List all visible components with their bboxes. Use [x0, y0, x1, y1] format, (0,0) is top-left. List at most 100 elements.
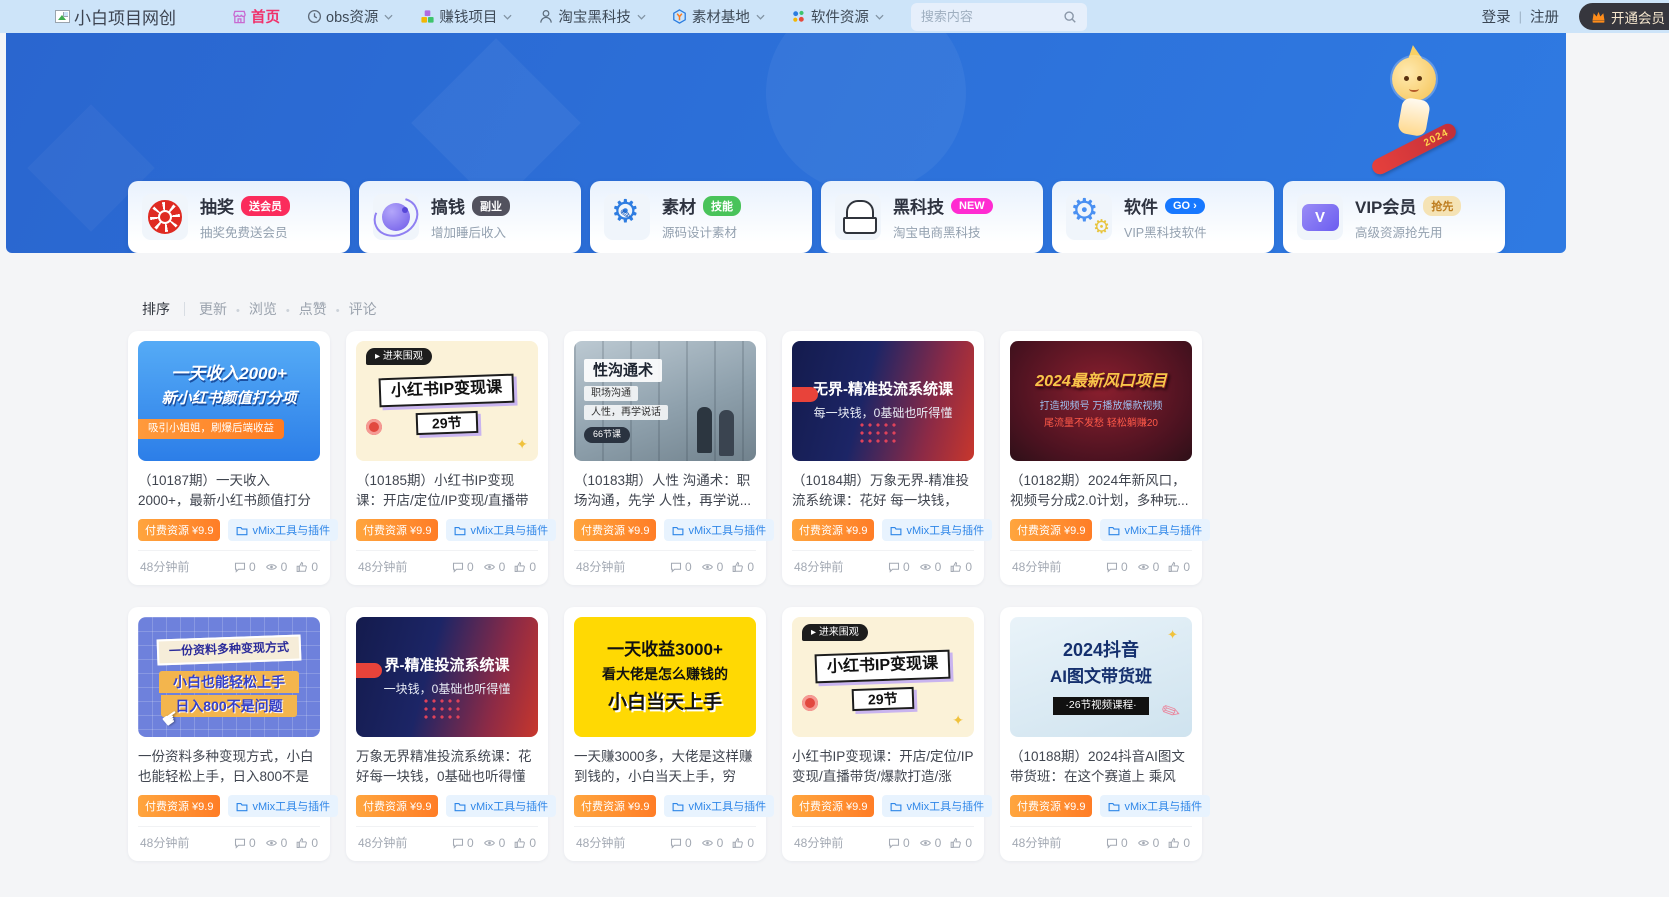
- category-tag[interactable]: vMix工具与插件: [1100, 795, 1210, 817]
- price-badge[interactable]: 付费资源 ¥9.9: [356, 795, 438, 817]
- category-tag[interactable]: vMix工具与插件: [446, 795, 556, 817]
- card-title[interactable]: （10188期）2024抖音AI图文带货班：在这个赛道上 乘风破...: [1010, 747, 1192, 787]
- nav-icon: [231, 9, 247, 25]
- sort-divider: [184, 302, 185, 316]
- price-badge[interactable]: 付费资源 ¥9.9: [792, 795, 874, 817]
- category-tag[interactable]: vMix工具与插件: [664, 519, 774, 541]
- price-badge[interactable]: 付费资源 ¥9.9: [1010, 519, 1092, 541]
- like-count: 0: [732, 560, 754, 574]
- category-tag[interactable]: vMix工具与插件: [228, 519, 338, 541]
- thumbnail-text: 小红书IP变现课: [815, 650, 951, 683]
- category-card-gears[interactable]: 软件 GO › VIP黑科技软件: [1052, 181, 1274, 253]
- resource-card[interactable]: 2024最新风口项目打造视频号 万播放爆款视频尾流量不发愁 轻松躺赚20 （10…: [1000, 331, 1202, 585]
- card-title[interactable]: 万象无界精准投流系统课：花好每一块钱，0基础也听得懂（...: [356, 747, 538, 787]
- nav-item-obs[interactable]: obs资源: [293, 6, 406, 27]
- price-badge[interactable]: 付费资源 ¥9.9: [356, 519, 438, 541]
- search-box[interactable]: [911, 3, 1087, 31]
- price-badge[interactable]: 付费资源 ¥9.9: [138, 519, 220, 541]
- price-badge[interactable]: 付费资源 ¥9.9: [574, 795, 656, 817]
- view-count: 0: [1137, 836, 1160, 850]
- card-title[interactable]: （10183期）人性 沟通术：职场沟通，先学 人性，再学说...: [574, 471, 756, 511]
- resource-card[interactable]: 进来围观小红书IP变现课29节 小红书IP变现课：开店/定位/IP变现/直播带货…: [782, 607, 984, 861]
- card-title[interactable]: （10184期）万象无界-精准投流系统课：花好 每一块钱，0...: [792, 471, 974, 511]
- category-tag[interactable]: vMix工具与插件: [882, 795, 992, 817]
- view-count: 0: [483, 560, 506, 574]
- resource-card[interactable]: 一天收益3000+看大佬是怎么赚钱的小白当天上手 一天赚3000多，大佬是这样赚…: [564, 607, 766, 861]
- card-title[interactable]: （10187期）一天收入2000+，最新小红书颜值打分项目，吸...: [138, 471, 320, 511]
- category-row: 抽奖 送会员 抽奖免费送会员 搞钱 副业 增加睡后收入 素材 技能 源码设计素材: [128, 181, 1505, 253]
- register-link[interactable]: 注册: [1530, 6, 1559, 27]
- sort-option-2[interactable]: 点赞: [299, 301, 327, 317]
- category-tag[interactable]: vMix工具与插件: [1100, 519, 1210, 541]
- site-logo[interactable]: 小白项目网创: [55, 4, 176, 29]
- category-tag[interactable]: vMix工具与插件: [882, 519, 992, 541]
- sort-option-3[interactable]: 评论: [349, 301, 377, 317]
- comment-count: 0: [234, 836, 256, 850]
- eye-icon: [1137, 837, 1150, 849]
- folder-icon: [454, 525, 466, 536]
- category-icon: [142, 194, 188, 240]
- nav-item-label: 软件资源: [811, 6, 869, 27]
- card-thumbnail[interactable]: 一天收益3000+看大佬是怎么赚钱的小白当天上手: [574, 617, 756, 737]
- card-thumbnail[interactable]: 2024抖音AI图文带货班·26节视频课程·: [1010, 617, 1192, 737]
- card-title[interactable]: 一天赚3000多，大佬是这样赚到钱的，小白当天上手，穷人...: [574, 747, 756, 787]
- card-title[interactable]: 一份资料多种变现方式，小白也能轻松上手，日入800不是问题: [138, 747, 320, 787]
- search-icon[interactable]: [1063, 10, 1077, 24]
- card-title[interactable]: （10185期）小红书IP变现课：开店/定位/IP变现/直播带货/...: [356, 471, 538, 511]
- vip-button[interactable]: 开通会员: [1579, 3, 1669, 30]
- resource-card[interactable]: 2024抖音AI图文带货班·26节视频课程· （10188期）2024抖音AI图…: [1000, 607, 1202, 861]
- card-thumbnail[interactable]: 一天收入2000+新小红书颜值打分项吸引小姐姐，刷爆后端收益: [138, 341, 320, 461]
- category-badge: NEW: [951, 198, 993, 214]
- thumbs-up-icon: [1168, 837, 1180, 849]
- price-badge[interactable]: 付费资源 ¥9.9: [792, 519, 874, 541]
- card-thumbnail[interactable]: 2024最新风口项目打造视频号 万播放爆款视频尾流量不发愁 轻松躺赚20: [1010, 341, 1192, 461]
- comment-icon: [670, 561, 682, 573]
- like-count: 0: [1168, 836, 1190, 850]
- top-header: 小白项目网创 首页 obs资源 赚钱项目 淘宝黑科技 素材基地 软件资源 登录 …: [0, 0, 1669, 33]
- card-thumbnail[interactable]: 一份资料多种变现方式小白也能轻松上手日入800不是问题: [138, 617, 320, 737]
- card-title[interactable]: 小红书IP变现课：开店/定位/IP变现/直播带货/爆款打造/涨价...: [792, 747, 974, 787]
- sort-option-0[interactable]: 更新: [199, 301, 227, 317]
- resource-card[interactable]: 无界-精准投流系统课每一块钱，0基础也听得懂 （10184期）万象无界-精准投流…: [782, 331, 984, 585]
- price-badge[interactable]: 付费资源 ¥9.9: [138, 795, 220, 817]
- card-thumbnail[interactable]: 进来围观小红书IP变现课29节: [792, 617, 974, 737]
- card-thumbnail[interactable]: 界-精准投流系统课一块钱，0基础也听得懂: [356, 617, 538, 737]
- category-tag[interactable]: vMix工具与插件: [228, 795, 338, 817]
- thumbnail-text: 看大佬是怎么赚钱的: [602, 665, 728, 683]
- folder-icon: [236, 801, 248, 812]
- price-badge[interactable]: 付费资源 ¥9.9: [574, 519, 656, 541]
- card-thumbnail[interactable]: 进来围观小红书IP变现课29节: [356, 341, 538, 461]
- resource-card[interactable]: 性沟通术职场沟通人性，再学说话66节课 （10183期）人性 沟通术：职场沟通，…: [564, 331, 766, 585]
- thumbs-up-icon: [296, 837, 308, 849]
- category-card-hacker[interactable]: 黑科技 NEW 淘宝电商黑科技: [821, 181, 1043, 253]
- category-desc: 源码设计素材: [662, 222, 741, 241]
- sort-option-1[interactable]: 浏览: [249, 301, 277, 317]
- nav-item-taobao[interactable]: 淘宝黑科技: [525, 6, 659, 27]
- category-card-lottery[interactable]: 抽奖 送会员 抽奖免费送会员: [128, 181, 350, 253]
- category-tag[interactable]: vMix工具与插件: [446, 519, 556, 541]
- card-title[interactable]: （10182期）2024年新风口，视频号分成2.0计划，多种玩...: [1010, 471, 1192, 511]
- nav-item-money[interactable]: 赚钱项目: [406, 6, 525, 27]
- nav-item-home[interactable]: 首页: [218, 6, 293, 27]
- nav-item-software[interactable]: 软件资源: [778, 6, 897, 27]
- comment-icon: [888, 561, 900, 573]
- login-link[interactable]: 登录: [1482, 6, 1511, 27]
- card-thumbnail[interactable]: 无界-精准投流系统课每一块钱，0基础也听得懂: [792, 341, 974, 461]
- resource-card[interactable]: 进来围观小红书IP变现课29节 （10185期）小红书IP变现课：开店/定位/I…: [346, 331, 548, 585]
- category-card-vip[interactable]: VIP会员 抢先 高级资源抢先用: [1283, 181, 1505, 253]
- price-badge[interactable]: 付费资源 ¥9.9: [1010, 795, 1092, 817]
- resource-card[interactable]: 一天收入2000+新小红书颜值打分项吸引小姐姐，刷爆后端收益 （10187期）一…: [128, 331, 330, 585]
- thumbs-up-icon: [514, 561, 526, 573]
- nav-item-material[interactable]: 素材基地: [659, 6, 778, 27]
- resource-card[interactable]: 一份资料多种变现方式小白也能轻松上手日入800不是问题 一份资料多种变现方式，小…: [128, 607, 330, 861]
- like-count: 0: [732, 836, 754, 850]
- thumbnail-text: 日入800不是问题: [161, 695, 296, 717]
- resource-card[interactable]: 界-精准投流系统课一块钱，0基础也听得懂 万象无界精准投流系统课：花好每一块钱，…: [346, 607, 548, 861]
- category-tag[interactable]: vMix工具与插件: [664, 795, 774, 817]
- post-time: 48分钟前: [358, 834, 407, 851]
- search-input[interactable]: [921, 9, 1063, 24]
- card-thumbnail[interactable]: 性沟通术职场沟通人性，再学说话66节课: [574, 341, 756, 461]
- main-nav: 首页 obs资源 赚钱项目 淘宝黑科技 素材基地 软件资源: [218, 6, 897, 27]
- category-card-planet[interactable]: 搞钱 副业 增加睡后收入: [359, 181, 581, 253]
- category-card-design[interactable]: 素材 技能 源码设计素材: [590, 181, 812, 253]
